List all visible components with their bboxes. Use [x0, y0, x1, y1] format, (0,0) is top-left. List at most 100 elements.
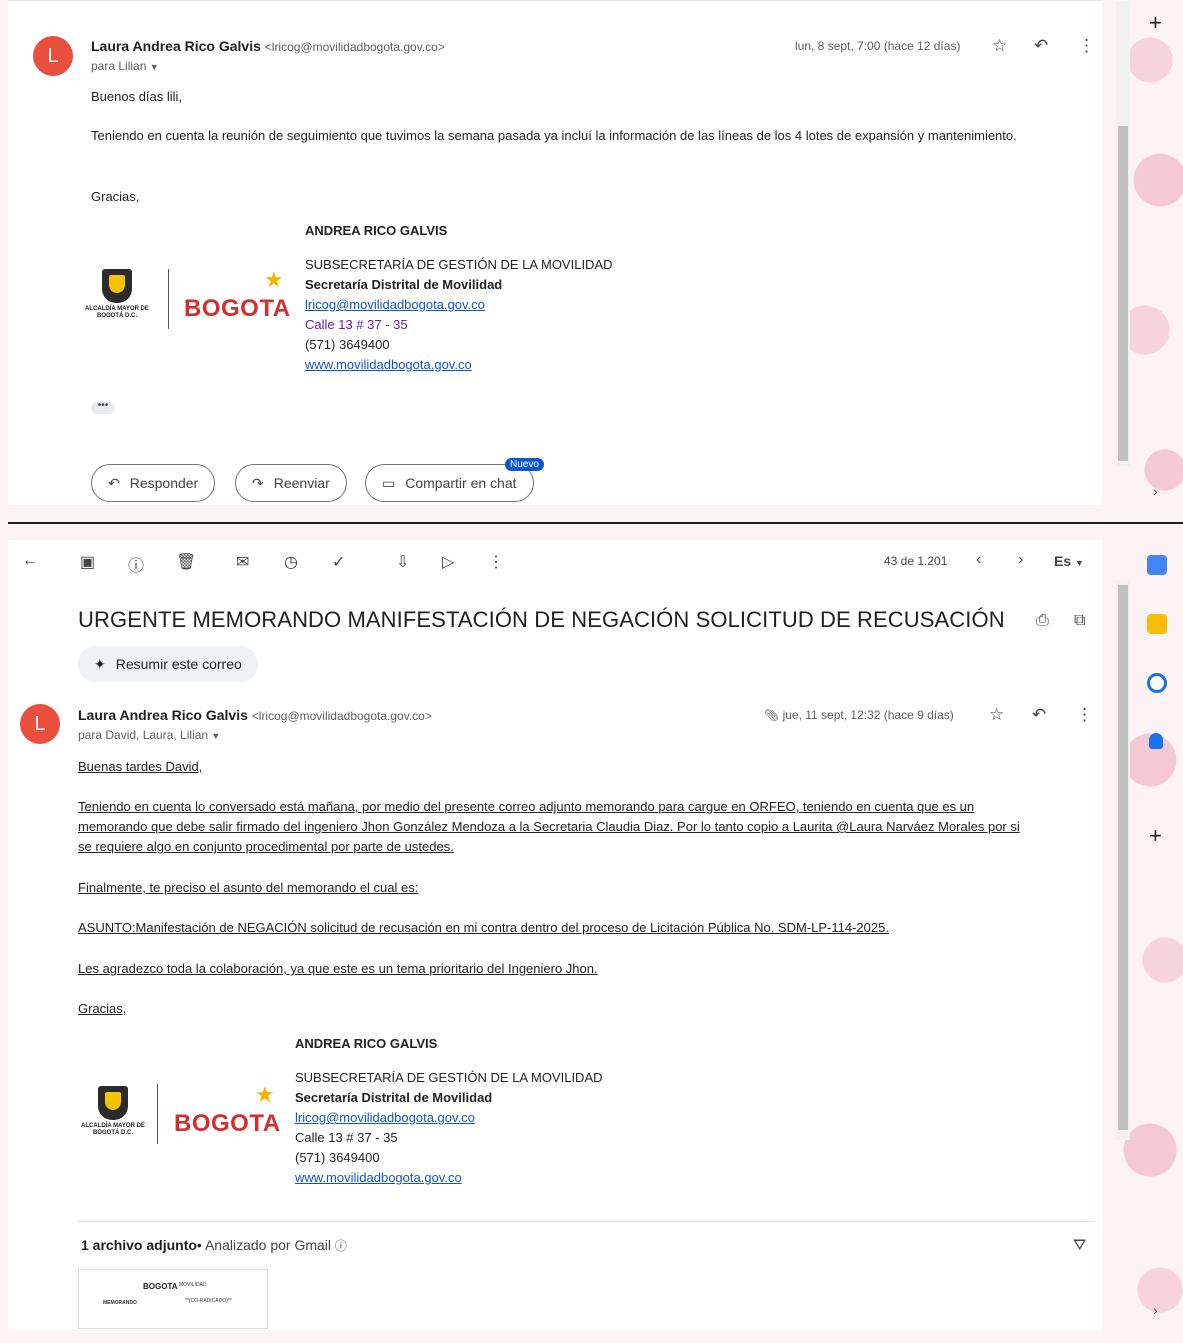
signature-org: Secretaría Distrital de Movilidad: [295, 1090, 493, 1105]
tasks-icon[interactable]: [1147, 673, 1167, 693]
coat-of-arms-icon: [102, 269, 132, 303]
share-chat-label: Compartir en chat: [405, 475, 517, 491]
sender-name[interactable]: Laura Andrea Rico Galvis: [91, 38, 261, 54]
snooze-icon[interactable]: ◷: [284, 552, 298, 572]
forward-button[interactable]: ↷ Reenviar: [235, 464, 347, 502]
open-new-window-icon[interactable]: ⧉: [1074, 612, 1085, 630]
thumb-radicado: **(CO-RADICADO)**: [185, 1298, 232, 1304]
calendar-icon[interactable]: [1147, 555, 1167, 575]
info-icon[interactable]: ⓘ: [335, 1239, 347, 1253]
body-line[interactable]: Finalmente, te preciso el asunto del mem…: [78, 880, 418, 895]
signature-web-link[interactable]: www.movilidadbogota.gov.co: [295, 1168, 603, 1188]
label-icon[interactable]: ▷: [442, 552, 454, 572]
chevron-right-icon[interactable]: ›: [1153, 483, 1158, 499]
body-line[interactable]: memorando que debe salir firmado del ing…: [78, 819, 1020, 834]
screenshot-divider: [8, 522, 1183, 524]
show-trimmed-content-button[interactable]: •••: [91, 401, 115, 414]
signature-phone: (571) 3649400: [295, 1150, 380, 1165]
sender-name[interactable]: Laura Andrea Rico Galvis: [78, 707, 248, 723]
chat-icon: ▭: [382, 474, 396, 491]
newer-chevron-icon[interactable]: ‹: [976, 551, 981, 569]
closing: Gracias,: [91, 189, 140, 204]
recipients-line[interactable]: para Lilian ▼: [91, 59, 159, 73]
recipients: para David, Laura, Lilian: [78, 728, 209, 742]
chevron-down-icon: ▼: [1075, 558, 1084, 568]
contacts-icon[interactable]: [1149, 733, 1163, 749]
add-to-drive-icon[interactable]: ⛛: [1073, 1237, 1086, 1255]
star-icon[interactable]: ☆: [992, 37, 1007, 55]
alcaldia-logo: ALCALDÍA MAYOR DE BOGOTÁ D.C.: [78, 1086, 148, 1137]
add-addon-icon[interactable]: +: [1149, 10, 1162, 36]
reply-label: Responder: [129, 475, 199, 491]
logo-divider: [168, 269, 169, 329]
attachment-clip-icon: 📎︎: [764, 708, 780, 722]
reply-icon: ↶: [108, 474, 120, 491]
signature-block: ANDREA RICO GALVIS SUBSECRETARÍA DE GEST…: [295, 1034, 603, 1188]
thumb-memorando: MEMORANDO: [103, 1300, 137, 1306]
new-badge: Nuevo: [505, 458, 544, 471]
scanned-label: Analizado por Gmail: [204, 1237, 332, 1253]
signature-phone: (571) 3649400: [305, 337, 390, 352]
bogota-logo: BOGOTA: [174, 1110, 281, 1137]
signature-name: ANDREA RICO GALVIS: [305, 223, 448, 238]
reply-button[interactable]: ↶ Responder: [91, 464, 216, 502]
body-line[interactable]: se requiere algo en conjunto procediment…: [78, 839, 454, 854]
sender-avatar[interactable]: L: [20, 704, 60, 744]
sender-email: <lricog@movilidadbogota.gov.co>: [264, 40, 445, 54]
summarize-label: Resumir este correo: [115, 656, 242, 672]
move-to-icon[interactable]: ⇩: [396, 552, 409, 572]
report-spam-icon[interactable]: ⓘ: [128, 552, 144, 576]
thumb-movilidad: MOVILIDAD: [179, 1282, 207, 1288]
star-icon[interactable]: ☆: [989, 706, 1004, 724]
recipients-line[interactable]: para David, Laura, Lilian ▼: [78, 728, 220, 742]
signature-address: Calle 13 # 37 - 35: [305, 317, 408, 332]
mark-unread-icon[interactable]: ✉: [236, 552, 249, 572]
more-options-icon[interactable]: ⋮: [488, 552, 504, 572]
scrollbar-thumb[interactable]: [1118, 585, 1128, 1130]
back-arrow-icon[interactable]: ←: [22, 552, 38, 570]
input-language-selector[interactable]: Es ▼: [1054, 553, 1084, 569]
message-counter: 43 de 1.201: [884, 554, 948, 568]
older-chevron-icon[interactable]: ›: [1018, 551, 1023, 569]
language-label: Es: [1054, 553, 1072, 569]
delete-icon[interactable]: 🗑: [176, 552, 196, 572]
thumb-bogota: BOGOTA: [143, 1282, 178, 1291]
scrollbar-thumb[interactable]: [1118, 126, 1128, 461]
sender-avatar[interactable]: L: [33, 36, 73, 76]
subject-heading: URGENTE MEMORANDO MANIFESTACIÓN DE NEGAC…: [78, 607, 1005, 632]
signature-email-link[interactable]: lricog@movilidadbogota.gov.co: [305, 295, 613, 315]
body-line[interactable]: Gracias,: [78, 1001, 126, 1016]
forward-icon: ↷: [252, 474, 264, 491]
attachments-divider: [78, 1221, 1094, 1222]
signature-email-link[interactable]: lricog@movilidadbogota.gov.co: [295, 1108, 603, 1128]
sender-line: Laura Andrea Rico Galvis <lricog@movilid…: [91, 38, 445, 54]
more-options-icon[interactable]: ⋮: [1076, 706, 1093, 724]
message-date: lun, 8 sept, 7:00 (hace 12 días): [795, 39, 961, 53]
open-message-panel: ← ▣ ⓘ 🗑 ✉ ◷ ✓ ⇩ ▷ ⋮ 43 de 1.201 ‹ › Es ▼…: [8, 540, 1130, 1330]
greeting: Buenos días lili,: [91, 89, 183, 104]
print-icon[interactable]: ⎙: [1036, 612, 1049, 630]
add-task-icon[interactable]: ✓: [332, 552, 345, 572]
bogota-logo: BOGOTA: [184, 295, 291, 322]
summarize-email-button[interactable]: ✦ Resumir este correo: [78, 646, 258, 682]
alcaldia-logo-text: ALCALDÍA MAYOR DE BOGOTÁ D.C.: [85, 306, 149, 319]
signature-dept: SUBSECRETARÍA DE GESTIÓN DE LA MOVILIDAD: [305, 257, 613, 272]
get-addons-icon[interactable]: +: [1149, 823, 1162, 849]
chevron-right-icon[interactable]: ›: [1153, 1302, 1158, 1318]
star-logo-icon: ★: [264, 267, 284, 292]
keep-icon[interactable]: [1147, 614, 1167, 634]
body-line[interactable]: Les agradezco toda la colaboración, ya q…: [78, 961, 598, 976]
body-line[interactable]: Teniendo en cuenta lo conversado está ma…: [78, 799, 974, 814]
body-line[interactable]: Buenas tardes David,: [78, 759, 202, 774]
body-paragraph: Teniendo en cuenta la reunión de seguimi…: [91, 128, 1017, 143]
archive-icon[interactable]: ▣: [80, 552, 95, 572]
more-options-icon[interactable]: ⋮: [1078, 37, 1095, 55]
attachment-thumbnail[interactable]: MEMORANDO BOGOTA MOVILIDAD **(CO-RADICAD…: [78, 1269, 268, 1329]
alcaldia-logo-text: ALCALDÍA MAYOR DE BOGOTÁ D.C.: [81, 1123, 145, 1136]
logo-divider: [157, 1084, 158, 1144]
reply-icon[interactable]: ↶: [1032, 706, 1046, 724]
signature-web-link[interactable]: www.movilidadbogota.gov.co: [305, 355, 613, 375]
reply-icon[interactable]: ↶: [1034, 37, 1048, 55]
attachments-count: 1 archivo adjunto: [81, 1237, 197, 1253]
body-line[interactable]: ASUNTO:Manifestación de NEGACIÓN solicit…: [78, 920, 889, 935]
